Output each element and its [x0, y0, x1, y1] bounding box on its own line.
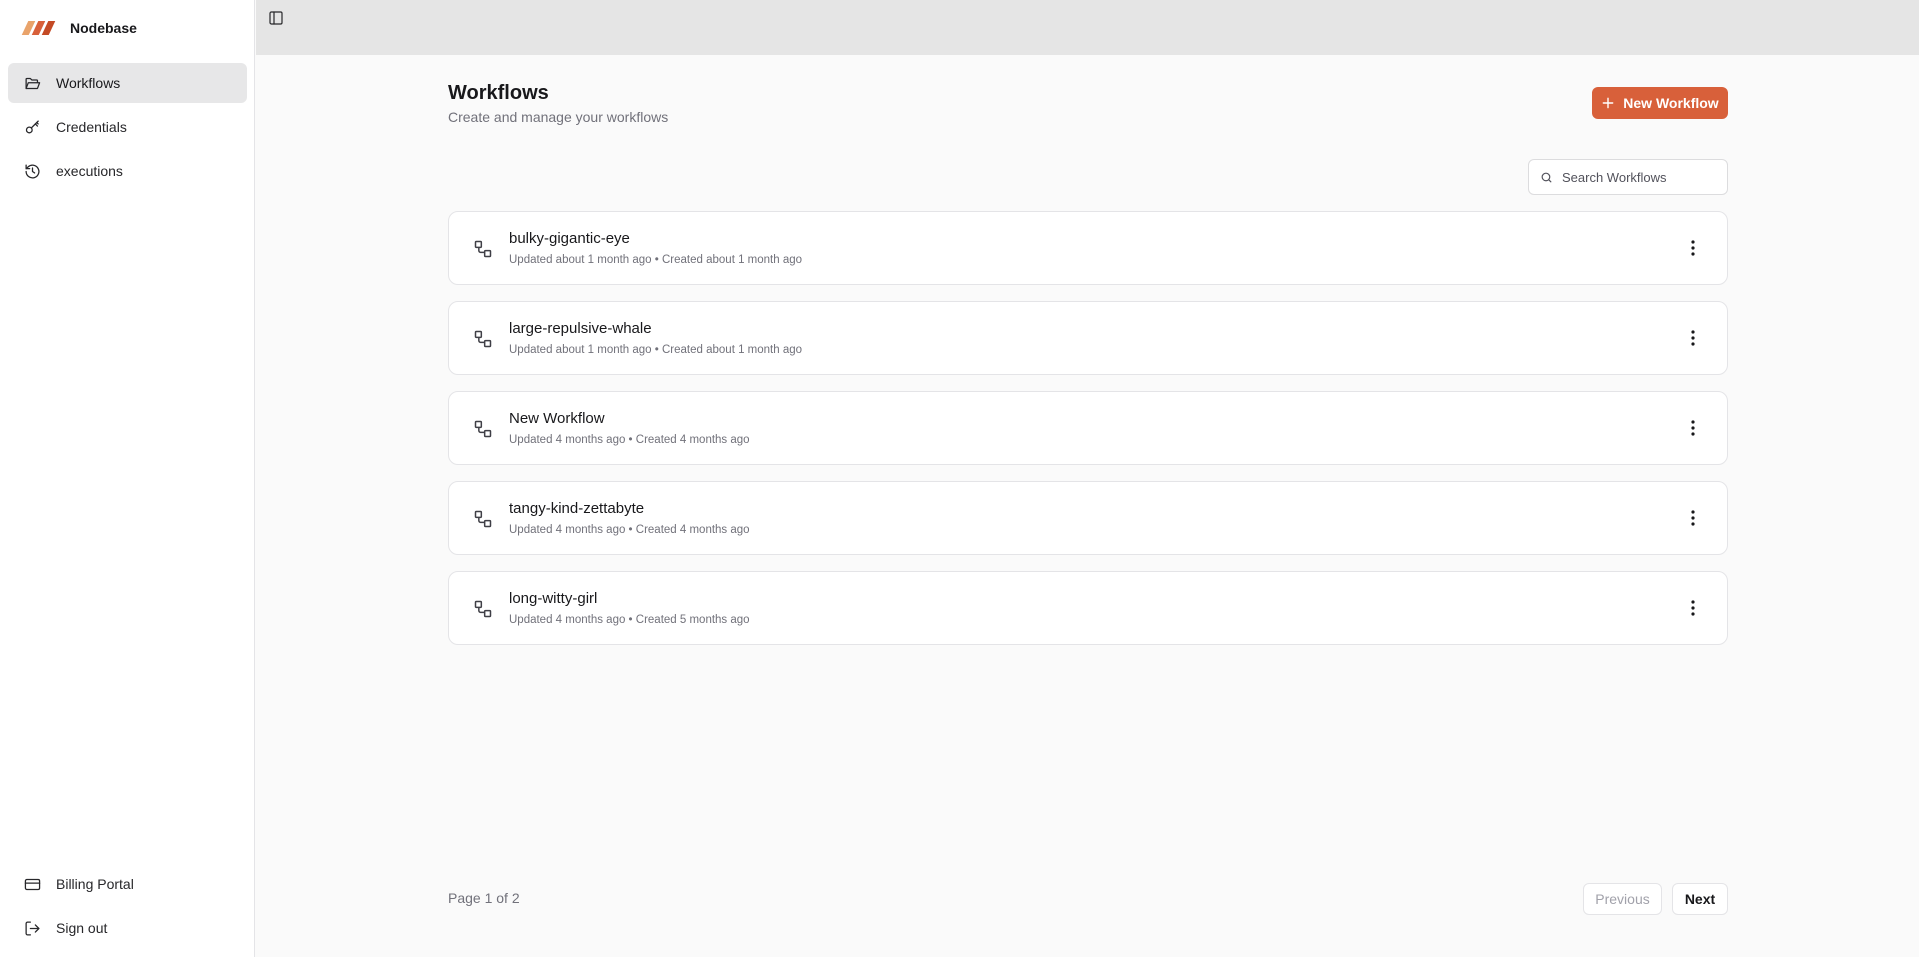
- folder-open-icon: [24, 75, 41, 92]
- workflow-icon: [474, 330, 492, 348]
- top-bar: [256, 0, 1919, 55]
- new-workflow-label: New Workflow: [1623, 95, 1719, 111]
- workflow-row[interactable]: long-witty-girl Updated 4 months ago • C…: [448, 571, 1728, 645]
- brand[interactable]: Nodebase: [21, 14, 137, 42]
- workflow-meta: Updated about 1 month ago • Created abou…: [509, 344, 803, 356]
- sidebar-toggle-button[interactable]: [263, 5, 289, 31]
- workflow-row[interactable]: New Workflow Updated 4 months ago • Crea…: [448, 391, 1728, 465]
- sidebar-item-credentials[interactable]: Credentials: [8, 107, 247, 147]
- workflow-name: New Workflow: [509, 410, 605, 427]
- workflow-icon: [474, 510, 492, 528]
- workflow-row[interactable]: bulky-gigantic-eye Updated about 1 month…: [448, 211, 1728, 285]
- more-vertical-icon: [1691, 420, 1695, 436]
- workflow-row[interactable]: large-repulsive-whale Updated about 1 mo…: [448, 301, 1728, 375]
- page-subtitle: Create and manage your workflows: [448, 109, 669, 125]
- credit-card-icon: [24, 876, 41, 893]
- more-menu-button[interactable]: [1683, 327, 1703, 349]
- workflow-name: large-repulsive-whale: [509, 320, 652, 337]
- search-icon: [1541, 172, 1552, 182]
- search-input[interactable]: [1562, 169, 1712, 185]
- page-title: Workflows: [448, 82, 549, 104]
- next-page-button[interactable]: Next: [1672, 883, 1728, 915]
- previous-page-button[interactable]: Previous: [1583, 883, 1662, 915]
- sidebar-item-label: executions: [56, 163, 123, 179]
- more-menu-button[interactable]: [1683, 597, 1703, 619]
- sidebar-item-executions[interactable]: executions: [8, 151, 247, 191]
- more-vertical-icon: [1691, 510, 1695, 526]
- workflow-meta: Updated 4 months ago • Created 4 months …: [509, 524, 750, 536]
- plus-icon: [1602, 97, 1614, 109]
- nodebase-logo-icon: [21, 21, 56, 35]
- workflow-icon: [474, 420, 492, 438]
- log-out-icon: [24, 920, 41, 937]
- workflow-icon: [474, 600, 492, 618]
- workflow-name: long-witty-girl: [509, 590, 598, 607]
- pagination-info: Page 1 of 2: [448, 890, 520, 906]
- app-name: Nodebase: [70, 20, 137, 36]
- sidebar-item-workflows[interactable]: Workflows: [8, 63, 247, 103]
- sidebar-item-label: Workflows: [56, 75, 121, 91]
- workflow-name: bulky-gigantic-eye: [509, 230, 630, 247]
- more-vertical-icon: [1691, 240, 1695, 256]
- workflow-meta: Updated 4 months ago • Created 4 months …: [509, 434, 750, 446]
- workflow-icon: [474, 240, 492, 258]
- workflow-name: tangy-kind-zettabyte: [509, 500, 645, 517]
- sidebar-item-label: Credentials: [56, 119, 127, 135]
- sidebar: Nodebase Workflows Credentials execution…: [0, 0, 255, 957]
- billing-portal-button[interactable]: Billing Portal: [8, 864, 247, 904]
- billing-portal-label: Billing Portal: [56, 876, 134, 892]
- sign-out-button[interactable]: Sign out: [8, 908, 247, 948]
- key-icon: [24, 119, 41, 136]
- new-workflow-button[interactable]: New Workflow: [1592, 87, 1728, 119]
- more-menu-button[interactable]: [1683, 507, 1703, 529]
- panel-left-icon: [269, 11, 283, 25]
- history-icon: [24, 163, 41, 180]
- more-menu-button[interactable]: [1683, 237, 1703, 259]
- more-vertical-icon: [1691, 600, 1695, 616]
- workflow-meta: Updated 4 months ago • Created 5 months …: [509, 614, 750, 626]
- search-box: [1528, 159, 1728, 195]
- sign-out-label: Sign out: [56, 920, 108, 936]
- more-vertical-icon: [1691, 330, 1695, 346]
- more-menu-button[interactable]: [1683, 417, 1703, 439]
- workflow-meta: Updated about 1 month ago • Created abou…: [509, 254, 803, 266]
- workflow-row[interactable]: tangy-kind-zettabyte Updated 4 months ag…: [448, 481, 1728, 555]
